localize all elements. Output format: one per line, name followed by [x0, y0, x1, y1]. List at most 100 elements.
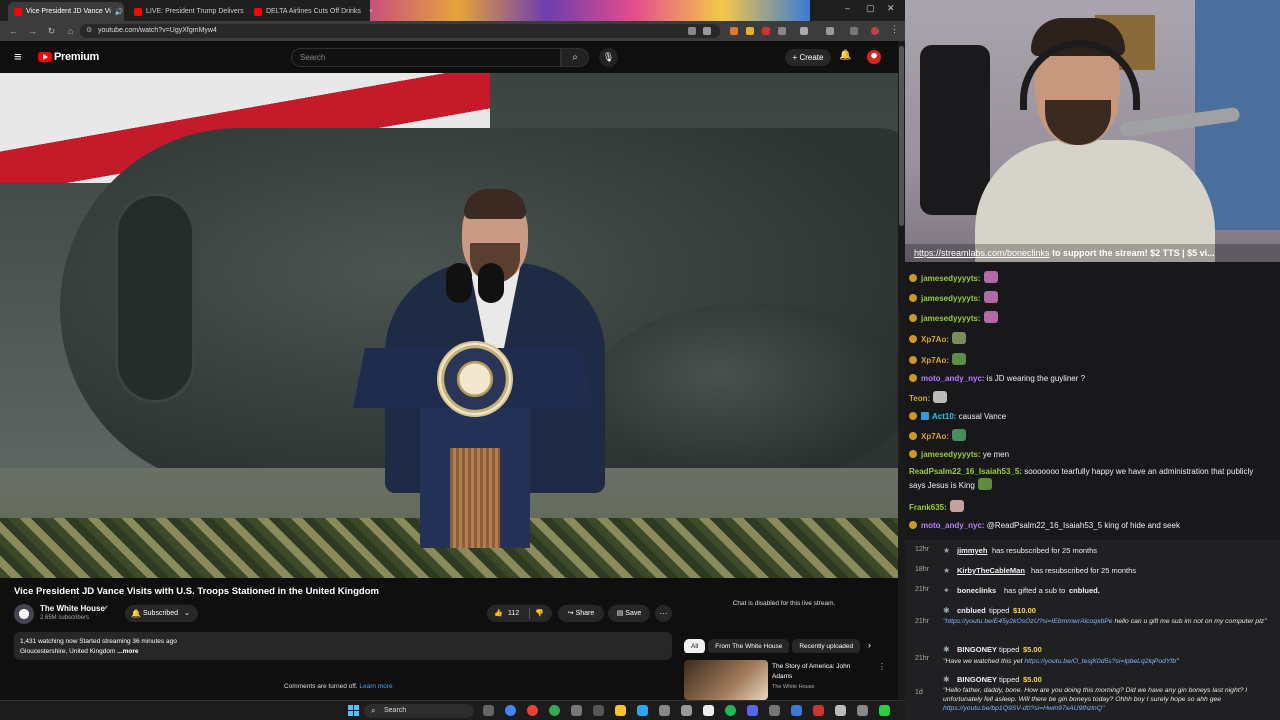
- description-box[interactable]: 1,431 watching now Started streaming 36 …: [14, 632, 672, 660]
- learn-more-link[interactable]: Learn more: [359, 683, 392, 690]
- account-avatar[interactable]: [867, 50, 881, 64]
- app-icon[interactable]: [703, 705, 714, 716]
- event-user[interactable]: jimmyeh: [957, 546, 987, 555]
- tab-3[interactable]: DELTA Airlines Cuts Off Drinks ✕: [248, 2, 364, 21]
- chat-username[interactable]: Xp7Ao:: [921, 432, 949, 441]
- video-player[interactable]: [0, 73, 898, 578]
- chevron-right-icon[interactable]: ›: [868, 640, 871, 650]
- back-arrow-icon[interactable]: ←: [8, 26, 19, 36]
- chat-username[interactable]: Xp7Ao:: [921, 335, 949, 344]
- event-user[interactable]: KirbyTheCableMan: [957, 566, 1025, 575]
- chip-all[interactable]: All: [684, 639, 706, 653]
- site-info-icon[interactable]: ⚙: [86, 24, 92, 38]
- tab-active[interactable]: Vice President JD Vance Vi 🔊 ✕: [8, 2, 124, 21]
- forward-arrow-icon[interactable]: →: [27, 26, 38, 36]
- app-icon[interactable]: [791, 705, 802, 716]
- task-view-icon[interactable]: [483, 705, 494, 716]
- app-icon[interactable]: [835, 705, 846, 716]
- app-icon[interactable]: [747, 705, 758, 716]
- close-window-button[interactable]: ✕: [887, 3, 895, 14]
- event-user[interactable]: cnblued: [957, 606, 986, 615]
- app-icon[interactable]: [571, 705, 582, 716]
- chat-username[interactable]: Frank635:: [909, 503, 947, 512]
- search-button[interactable]: ⌕: [561, 48, 589, 67]
- new-tab-button[interactable]: +: [366, 2, 380, 21]
- telegram-icon[interactable]: [637, 705, 648, 716]
- channel-name[interactable]: The White House: [40, 604, 105, 613]
- chrome-icon[interactable]: [549, 705, 560, 716]
- tip-link[interactable]: https://youtu.be/O_tesjK0d5s?si=lpbeLq2l…: [1024, 658, 1176, 665]
- bookmark-star-icon[interactable]: [703, 27, 711, 35]
- tip-link[interactable]: "https://youtu.be/E45y2kOsOzU?si=IEbmmwr…: [943, 618, 1113, 625]
- chrome-icon[interactable]: [505, 705, 516, 716]
- home-icon[interactable]: ⌂: [65, 26, 76, 36]
- like-count[interactable]: 112: [508, 605, 519, 622]
- description-more-link[interactable]: ...more: [117, 648, 138, 655]
- minimize-button[interactable]: –: [845, 3, 850, 13]
- tip-link[interactable]: https://youtu.be/bp1Q9SV-d0?si=Hwln97xAU…: [943, 705, 1104, 712]
- event-user[interactable]: BINGONEY: [957, 675, 997, 684]
- tab-2[interactable]: LIVE: President Trump Delivers ✕: [128, 2, 244, 21]
- chip-from-channel[interactable]: From The White House: [708, 639, 790, 653]
- app-icon[interactable]: [769, 705, 780, 716]
- app-icon[interactable]: [659, 705, 670, 716]
- notifications-bell-icon[interactable]: 🔔: [839, 50, 851, 61]
- downloads-icon[interactable]: [850, 27, 858, 35]
- app-icon[interactable]: [857, 705, 868, 716]
- share-button[interactable]: ↪ Share: [558, 605, 604, 622]
- tab-search-icon[interactable]: [826, 27, 834, 35]
- chip-recently-uploaded[interactable]: Recently uploaded: [792, 639, 861, 653]
- event-user[interactable]: boneclinks: [957, 586, 996, 595]
- extension-icon[interactable]: [730, 27, 738, 35]
- taskbar-search[interactable]: ⌕ Search: [364, 704, 474, 718]
- chat-username[interactable]: jamesedyyyyts:: [921, 314, 981, 323]
- app-icon[interactable]: [681, 705, 692, 716]
- subscribed-button[interactable]: 🔔 Subscribed ⌄: [125, 605, 198, 622]
- search-input[interactable]: Search: [291, 48, 561, 67]
- browser-menu-icon[interactable]: ⋮: [890, 24, 899, 34]
- gift-target[interactable]: cnblued.: [1069, 586, 1100, 595]
- chat-username[interactable]: Xp7Ao:: [921, 356, 949, 365]
- extension-icon[interactable]: [746, 27, 754, 35]
- youtube-logo-icon[interactable]: [38, 52, 52, 62]
- reload-icon[interactable]: ↻: [46, 26, 57, 37]
- voice-search-button[interactable]: 🎙: [599, 48, 618, 67]
- ticker-link[interactable]: https://streamlabs.com/boneclinks: [914, 248, 1050, 258]
- chat-username[interactable]: Teon:: [909, 394, 930, 403]
- chrome-icon[interactable]: [527, 705, 538, 716]
- chat-username[interactable]: jamesedyyyyts:: [921, 274, 981, 283]
- chat-username[interactable]: moto_andy_nyc:: [921, 521, 985, 530]
- windows-start-icon[interactable]: [348, 705, 359, 716]
- hamburger-menu-icon[interactable]: ≡: [14, 50, 22, 63]
- more-vertical-icon[interactable]: ⋮: [878, 662, 886, 671]
- page-scrollbar[interactable]: [898, 41, 905, 700]
- channel-avatar[interactable]: [14, 604, 34, 624]
- save-button[interactable]: ▤ Save: [608, 605, 650, 622]
- spotify-icon[interactable]: [725, 705, 736, 716]
- chat-username[interactable]: jamesedyyyyts:: [921, 450, 981, 459]
- app-icon[interactable]: [593, 705, 604, 716]
- thumbs-up-icon[interactable]: 👍: [494, 605, 503, 622]
- profile-avatar[interactable]: [871, 27, 879, 35]
- create-button[interactable]: + Create: [785, 49, 831, 66]
- thumbs-down-icon[interactable]: 👎: [535, 605, 544, 622]
- file-explorer-icon[interactable]: [615, 705, 626, 716]
- extension-icon[interactable]: [762, 27, 770, 35]
- app-icon[interactable]: [813, 705, 824, 716]
- chat-username[interactable]: moto_andy_nyc:: [921, 374, 985, 383]
- url-field[interactable]: ⚙ youtube.com/watch?v=UgyXfgmMyw4: [80, 24, 720, 38]
- cast-icon[interactable]: [688, 27, 696, 35]
- chat-username[interactable]: jamesedyyyyts:: [921, 294, 981, 303]
- recommendation-title[interactable]: The Story of America: John Adams: [772, 662, 868, 682]
- event-user[interactable]: BINGONEY: [957, 645, 997, 654]
- chat-username[interactable]: Act10:: [932, 412, 956, 421]
- more-actions-button[interactable]: ···: [655, 605, 672, 622]
- chat-username[interactable]: ReadPsalm22_16_Isaiah53_5:: [909, 467, 1022, 476]
- recommendation-channel[interactable]: The White House: [772, 684, 815, 690]
- extensions-puzzle-icon[interactable]: [800, 27, 808, 35]
- youtube-premium-brand[interactable]: Premium: [54, 51, 99, 63]
- recommendation-thumbnail[interactable]: [684, 660, 768, 700]
- extension-icon[interactable]: [778, 27, 786, 35]
- maximize-button[interactable]: ▢: [866, 3, 875, 14]
- app-icon[interactable]: [879, 705, 890, 716]
